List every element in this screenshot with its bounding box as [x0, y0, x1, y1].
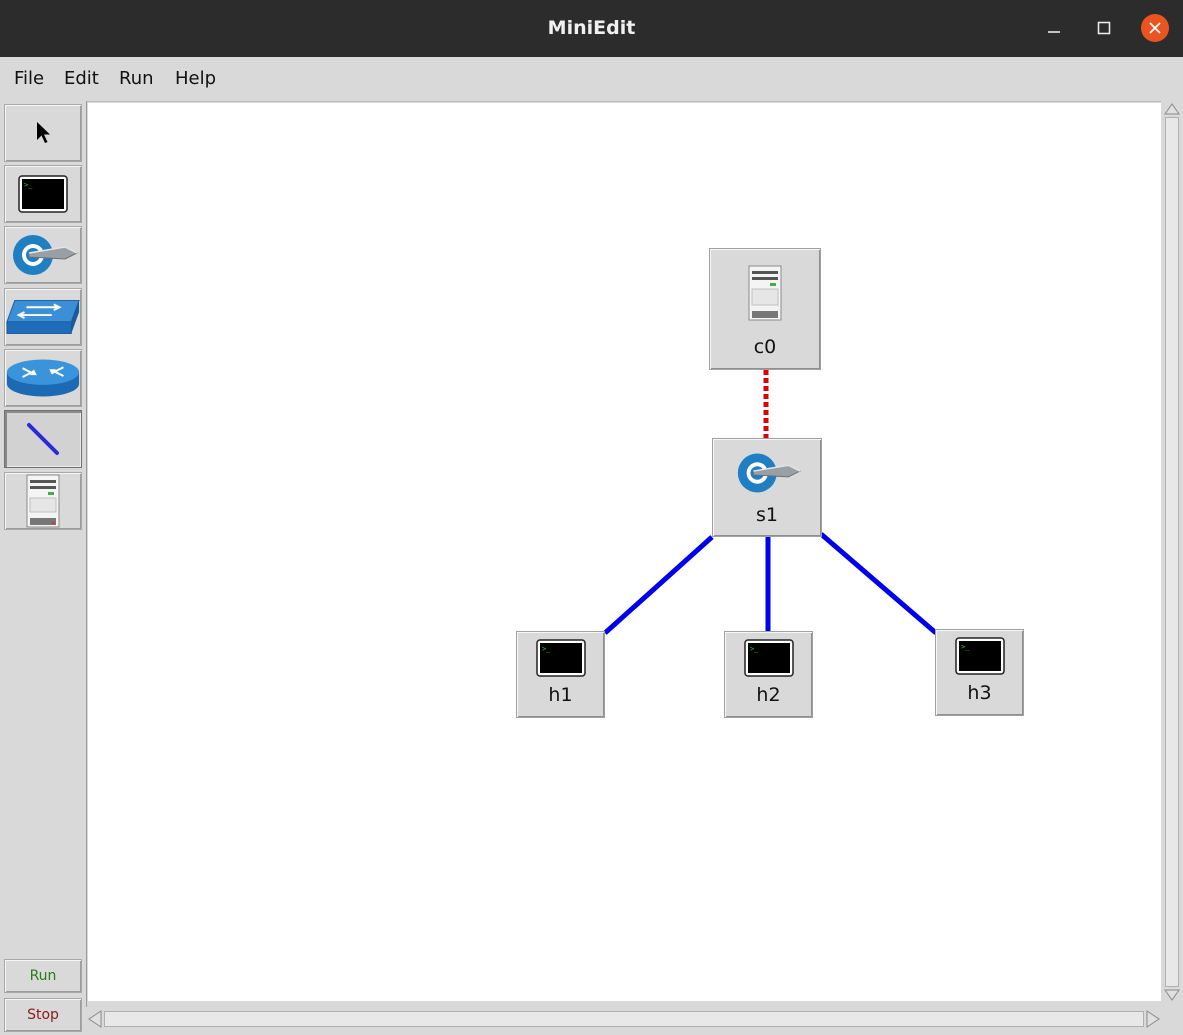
minimize-button[interactable] [1040, 14, 1068, 42]
controller-server-icon [26, 474, 60, 528]
host-node-h1[interactable]: >_ h1 [516, 631, 605, 718]
node-label: s1 [756, 504, 778, 526]
scroll-up-icon[interactable] [1161, 101, 1183, 117]
host-node-h2[interactable]: >_ h2 [724, 631, 813, 718]
host-tool-button[interactable]: >_ [4, 165, 82, 223]
host-node-h3[interactable]: >_ h3 [935, 629, 1024, 716]
menu-edit[interactable]: Edit [64, 68, 99, 89]
menu-help[interactable]: Help [175, 68, 216, 89]
menu-bar: File Edit Run Help [0, 57, 1183, 102]
close-button[interactable] [1141, 14, 1169, 42]
scroll-left-icon[interactable] [86, 1007, 104, 1031]
node-label: h3 [967, 682, 992, 704]
scroll-down-icon[interactable] [1161, 987, 1183, 1003]
svg-text:>_: >_ [542, 645, 551, 653]
openflow-switch-icon [13, 235, 79, 275]
node-label: h2 [756, 684, 781, 706]
openflow-switch-icon [737, 453, 802, 493]
vertical-scrollbar[interactable] [1161, 101, 1183, 1003]
switch-tool-button[interactable] [4, 226, 82, 284]
menu-run[interactable]: Run [119, 68, 154, 89]
terminal-icon: >_ [954, 637, 1005, 675]
minimize-icon [1048, 31, 1060, 33]
close-icon [1149, 22, 1161, 34]
svg-text:>_: >_ [24, 181, 33, 189]
title-bar: MiniEdit [0, 0, 1183, 57]
horizontal-scroll-trough[interactable] [104, 1011, 1144, 1027]
scroll-right-icon[interactable] [1144, 1007, 1162, 1031]
stop-label: Stop [27, 1007, 59, 1023]
tool-palette: >_ Run Stop [0, 101, 87, 1035]
netlink-tool-button[interactable] [4, 410, 82, 468]
controller-tool-button[interactable] [4, 472, 82, 530]
link-s1-h3[interactable] [819, 532, 938, 635]
switch-node-s1[interactable]: s1 [712, 438, 822, 537]
node-label: c0 [753, 336, 777, 358]
run-button[interactable]: Run [4, 959, 82, 993]
topology-canvas[interactable]: c0 s1 >_ h1 >_ h2 >_ h3 [88, 103, 1161, 1001]
menu-file[interactable]: File [14, 68, 44, 89]
vertical-scroll-trough[interactable] [1165, 117, 1179, 987]
link-line-icon [27, 423, 59, 455]
stop-button[interactable]: Stop [4, 998, 82, 1032]
select-tool-button[interactable] [4, 104, 82, 162]
node-label: h1 [548, 684, 573, 706]
router-icon [6, 359, 80, 397]
links-layer [603, 370, 938, 635]
legacy-switch-icon [6, 299, 80, 335]
horizontal-scrollbar[interactable] [86, 1007, 1161, 1035]
run-label: Run [29, 968, 57, 984]
legacy-switch-tool-button[interactable] [4, 288, 82, 346]
maximize-button[interactable] [1090, 14, 1118, 42]
svg-text:>_: >_ [750, 645, 759, 653]
svg-text:>_: >_ [961, 643, 970, 651]
controller-node-c0[interactable]: c0 [709, 248, 821, 370]
pointer-icon [37, 122, 50, 143]
controller-server-icon [748, 265, 782, 321]
legacy-router-tool-button[interactable] [4, 349, 82, 407]
window-title: MiniEdit [547, 17, 636, 39]
link-s1-h1[interactable] [603, 535, 714, 635]
terminal-icon: >_ [535, 639, 586, 677]
terminal-icon: >_ [18, 175, 68, 213]
terminal-icon: >_ [743, 639, 794, 677]
maximize-icon [1097, 21, 1111, 35]
